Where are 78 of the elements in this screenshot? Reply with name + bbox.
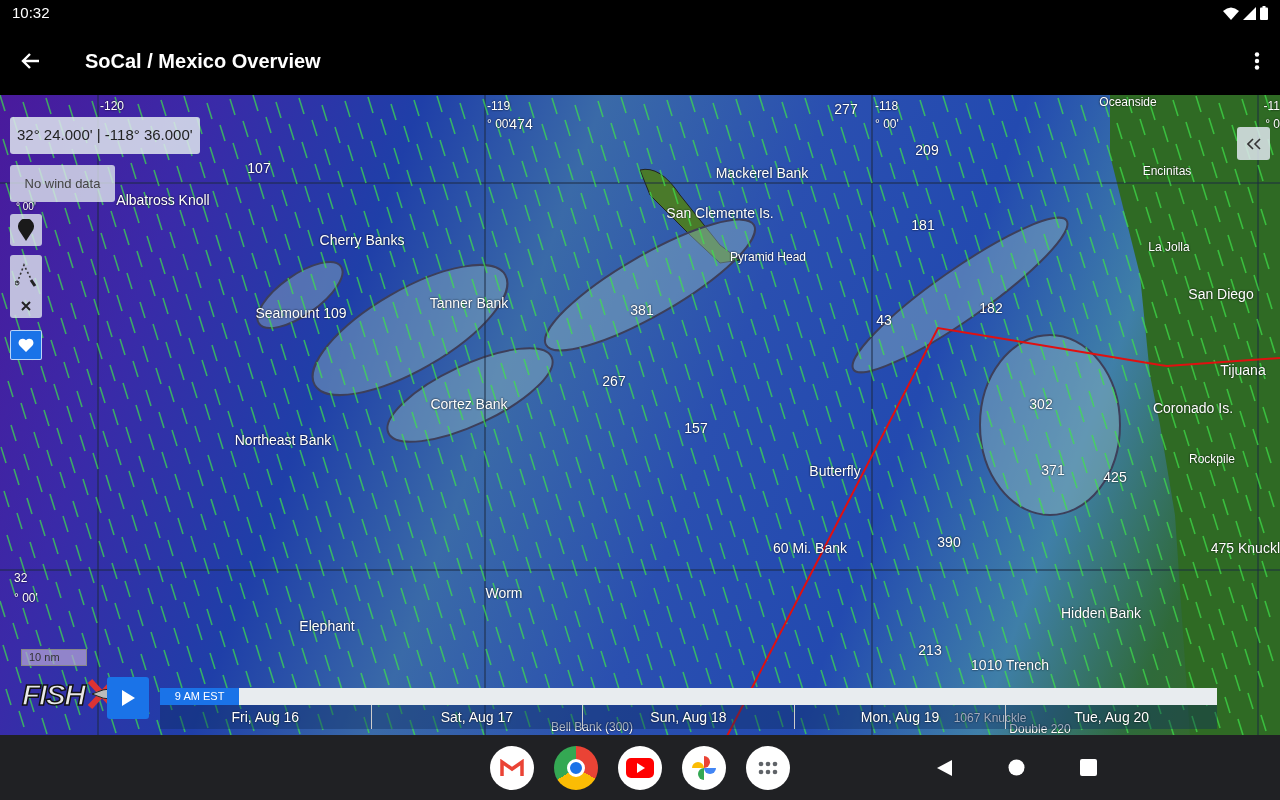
depth-label: 107 <box>247 161 271 175</box>
place-label: Encinitas <box>1142 165 1192 177</box>
video-app-icon[interactable] <box>618 745 662 790</box>
timeline-progress: 9 AM EST <box>160 688 240 705</box>
favorite-button[interactable] <box>10 330 42 360</box>
status-time: 10:32 <box>12 2 50 23</box>
logo-text: FISH <box>22 676 85 713</box>
place-label: Bell Bank (300) <box>551 721 633 733</box>
place-label: 1010 Trench <box>971 658 1049 672</box>
play-button[interactable] <box>107 677 149 719</box>
signal-icon <box>1243 6 1256 20</box>
route-icon[interactable] <box>15 261 37 288</box>
depth-label: 425 <box>1103 470 1127 484</box>
collapse-panel-button[interactable] <box>1237 127 1270 160</box>
depth-label: 302 <box>1029 397 1053 411</box>
grid-coordinate-label: ° 0 <box>1265 118 1280 130</box>
depth-label: 371 <box>1041 463 1065 477</box>
place-label: Seamount 109 <box>255 306 347 320</box>
screen-title: SoCal / Mexico Overview <box>85 48 321 74</box>
place-label: Cortez Bank <box>430 397 508 411</box>
place-label: Double 220 <box>1009 723 1071 735</box>
app-drawer-icon[interactable] <box>746 745 790 790</box>
back-icon[interactable] <box>936 758 953 777</box>
grid-coordinate-label: ° 00' <box>14 592 38 604</box>
heart-icon <box>18 338 34 352</box>
place-label: Elephant <box>299 619 355 633</box>
grid-coordinate-label: 32 <box>14 572 28 584</box>
home-icon[interactable] <box>1008 759 1025 776</box>
play-icon <box>120 689 136 707</box>
depth-label: 381 <box>630 303 654 317</box>
place-label: Pyramid Head <box>730 251 806 263</box>
depth-label: 157 <box>684 421 708 435</box>
grid-coordinate-label: -11 <box>1263 100 1280 112</box>
place-label: Butterfly <box>809 464 861 478</box>
photos-app-icon[interactable] <box>682 745 726 790</box>
back-arrow-icon[interactable] <box>20 51 40 70</box>
depth-label: 181 <box>911 218 935 232</box>
wifi-icon <box>1223 6 1239 20</box>
place-label: 475 Knuckl <box>1210 541 1280 555</box>
grid-coordinate-label: ° 00' <box>487 118 511 130</box>
double-chevron-left-icon <box>1246 137 1261 150</box>
map-pin-icon <box>18 219 34 241</box>
grid-coordinate-label: -118 <box>875 100 899 112</box>
place-label: Tijuana <box>1220 363 1266 377</box>
place-label: Hidden Bank <box>1060 606 1142 620</box>
place-label: Rockpile <box>1189 453 1235 465</box>
place-label: Mackerel Bank <box>715 166 809 180</box>
place-label: Tanner Bank <box>429 296 509 310</box>
grid-coordinate-label: ° 00' <box>16 202 36 212</box>
wind-status-panel: No wind data <box>10 165 115 202</box>
depth-label: 213 <box>918 643 942 657</box>
place-label: La Jolla <box>1148 241 1190 253</box>
mail-app-icon[interactable] <box>490 745 534 790</box>
place-label: Cherry Banks <box>319 233 405 247</box>
timeline-track[interactable]: 9 AM EST <box>160 688 1217 705</box>
browser-app-icon[interactable] <box>554 745 598 790</box>
grid-coordinate-label: -119 <box>487 100 511 112</box>
depth-label: 277 <box>834 102 858 116</box>
waypoint-button[interactable] <box>10 214 42 246</box>
close-icon[interactable] <box>20 299 32 312</box>
timeline-day[interactable]: Mon, Aug 19 <box>860 706 940 728</box>
depth-label: 390 <box>937 535 961 549</box>
depth-label: 267 <box>602 374 626 388</box>
place-label: San Diego <box>1188 287 1254 301</box>
grid-coordinate-label: -120 <box>100 100 125 112</box>
place-label: San Clemente Is. <box>666 206 774 220</box>
coordinates-readout: 32° 24.000' | -118° 36.000' <box>10 117 200 154</box>
depth-label: 474 <box>509 117 533 131</box>
depth-label: 182 <box>979 301 1003 315</box>
depth-label: 209 <box>915 143 939 157</box>
place-label: Worm <box>485 586 523 600</box>
place-label: Northeast Bank <box>234 433 332 447</box>
battery-icon <box>1260 6 1268 20</box>
grid-coordinate-label: ° 00' <box>875 118 899 130</box>
depth-label: 43 <box>876 313 892 327</box>
more-options-icon[interactable] <box>1254 51 1260 70</box>
scale-bar: 10 nm <box>21 649 87 666</box>
place-label: Coronado Is. <box>1152 401 1234 415</box>
